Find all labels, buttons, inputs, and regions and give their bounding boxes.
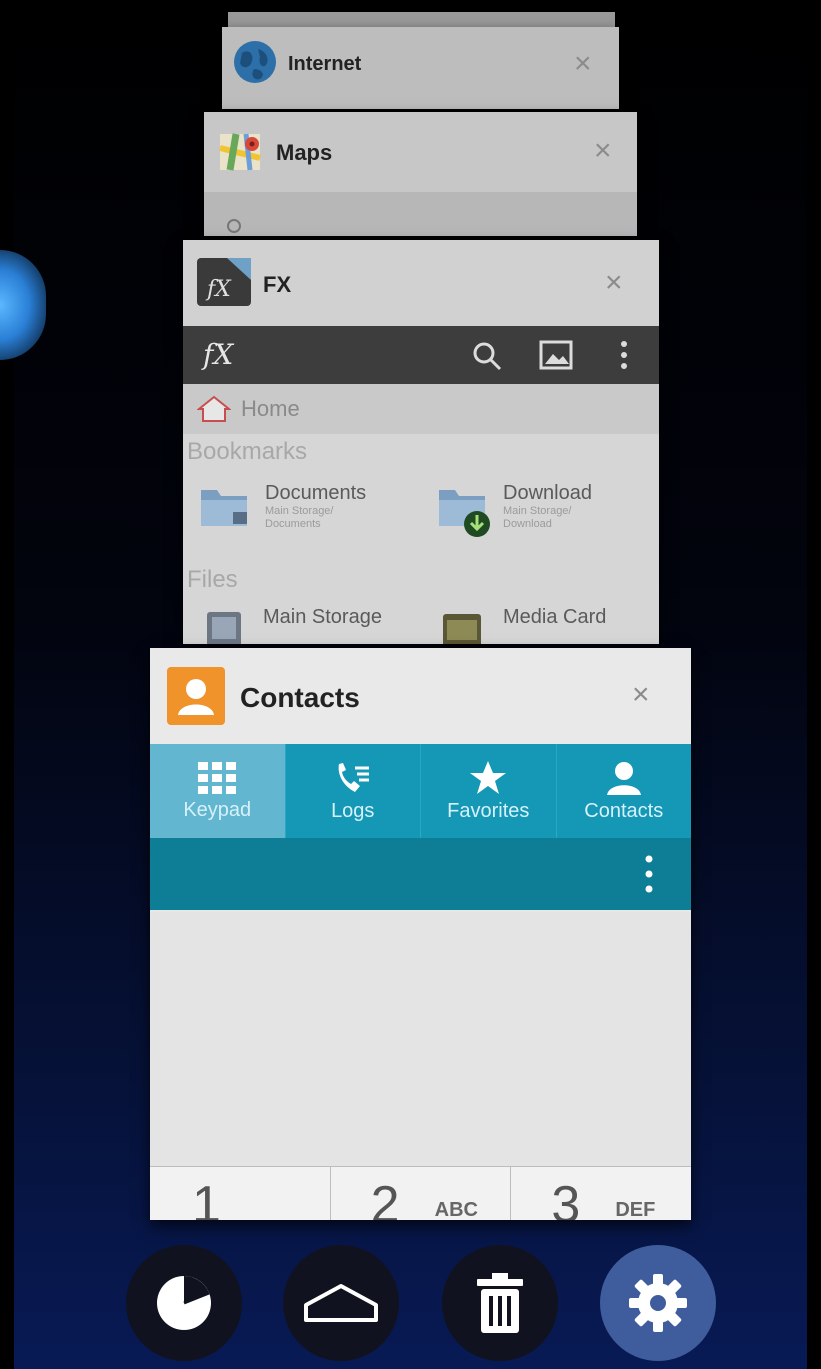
tab-label: Keypad	[183, 798, 252, 821]
fx-home-label: Home	[241, 396, 300, 421]
recent-app-card-maps[interactable]: Maps ×	[204, 112, 637, 236]
fx-app-icon: fX	[197, 258, 251, 306]
maps-icon	[219, 133, 261, 171]
dialpad-row: 1 2 ABC 3 DEF	[150, 1166, 691, 1220]
fx-file-media-card[interactable]: Media Card	[439, 606, 606, 644]
home-icon	[304, 1284, 378, 1322]
fx-home-row[interactable]: Home	[183, 384, 659, 434]
close-contacts-button[interactable]: ×	[632, 680, 650, 710]
folder-icon	[201, 490, 247, 526]
memory-manager-icon	[157, 1276, 211, 1330]
tab-logs[interactable]: Logs	[286, 744, 421, 838]
fx-bookmark-path: Main Storage/ Download	[503, 505, 572, 530]
fx-title: FX	[263, 272, 292, 297]
call-log-icon	[338, 762, 369, 792]
fx-file-main-storage[interactable]: Main Storage	[203, 606, 382, 644]
tab-label: Logs	[331, 799, 375, 822]
recent-app-card-fx[interactable]: fX FX × fX Home Bookmarks Documents Main…	[183, 240, 659, 644]
fx-search-icon[interactable]	[471, 340, 503, 372]
fx-bookmark-documents[interactable]: Documents Main Storage/ Documents	[199, 482, 375, 531]
right-edge	[807, 0, 821, 1369]
dialpad-key-3[interactable]: 3 DEF	[511, 1167, 691, 1220]
tab-label: Favorites	[447, 799, 530, 822]
sd-storage-icon	[207, 612, 241, 644]
close-internet-button[interactable]: ×	[574, 49, 592, 79]
recent-app-card-contacts[interactable]: Contacts × Keypad Logs Favorites Contact…	[150, 648, 691, 1220]
fx-file-name: Media Card	[503, 606, 607, 628]
fx-overflow-menu-icon[interactable]	[619, 340, 629, 370]
home-folder-icon	[197, 395, 231, 422]
key-letters: ABC	[434, 1199, 479, 1220]
fx-files-header: Files	[187, 566, 238, 593]
close-fx-button[interactable]: ×	[605, 268, 623, 298]
dial-number-display[interactable]	[150, 912, 691, 1166]
fx-bookmark-path: Main Storage/ Documents	[265, 505, 334, 530]
fx-toolbar: fX	[183, 326, 659, 384]
svg-text:fX: fX	[205, 277, 232, 302]
internet-card-back	[228, 12, 615, 28]
download-folder-icon	[439, 490, 490, 537]
left-edge	[0, 0, 14, 1369]
key-number: 1	[192, 1176, 221, 1220]
fx-file-name: Main Storage	[263, 606, 382, 628]
fx-bookmark-name: Documents	[265, 482, 367, 504]
media-card-icon	[443, 614, 481, 644]
contacts-action-bar	[150, 838, 691, 910]
trash-icon	[477, 1273, 523, 1333]
home-button[interactable]	[283, 1245, 399, 1361]
search-icon	[227, 219, 241, 233]
tab-keypad[interactable]: Keypad	[150, 744, 286, 838]
dialpad-key-2[interactable]: 2 ABC	[330, 1167, 512, 1220]
keypad-icon	[198, 761, 237, 794]
fx-logo-icon: fX	[203, 338, 234, 371]
fx-bookmark-name: Download	[503, 482, 592, 504]
person-icon	[606, 761, 641, 795]
maps-search-bar	[204, 192, 637, 236]
dialpad-key-1[interactable]: 1	[150, 1167, 331, 1220]
contacts-app-icon	[167, 667, 225, 725]
tab-contacts[interactable]: Contacts	[557, 744, 692, 838]
memory-manager-button[interactable]	[126, 1245, 242, 1361]
recent-app-card-internet[interactable]: Internet ×	[222, 27, 619, 109]
key-number: 3	[551, 1176, 581, 1220]
tab-label: Contacts	[584, 799, 664, 822]
contacts-title: Contacts	[240, 682, 360, 713]
maps-title: Maps	[276, 140, 333, 165]
overflow-menu-icon[interactable]	[644, 855, 654, 893]
internet-globe-icon	[234, 41, 276, 83]
settings-icon	[629, 1274, 687, 1332]
fx-bookmark-download[interactable]: Download Main Storage/ Download	[437, 482, 613, 538]
clear-all-button[interactable]	[442, 1245, 558, 1361]
edge-glow	[0, 250, 46, 360]
fx-image-icon[interactable]	[539, 340, 573, 370]
star-icon	[470, 760, 507, 794]
contacts-tab-bar: Keypad Logs Favorites Contacts	[150, 744, 691, 838]
tab-favorites[interactable]: Favorites	[421, 744, 557, 838]
close-maps-button[interactable]: ×	[594, 136, 612, 166]
internet-title: Internet	[288, 53, 362, 75]
settings-button[interactable]	[600, 1245, 716, 1361]
key-number: 2	[370, 1176, 400, 1220]
fx-bookmarks-header: Bookmarks	[187, 438, 308, 465]
key-letters: DEF	[615, 1199, 656, 1220]
